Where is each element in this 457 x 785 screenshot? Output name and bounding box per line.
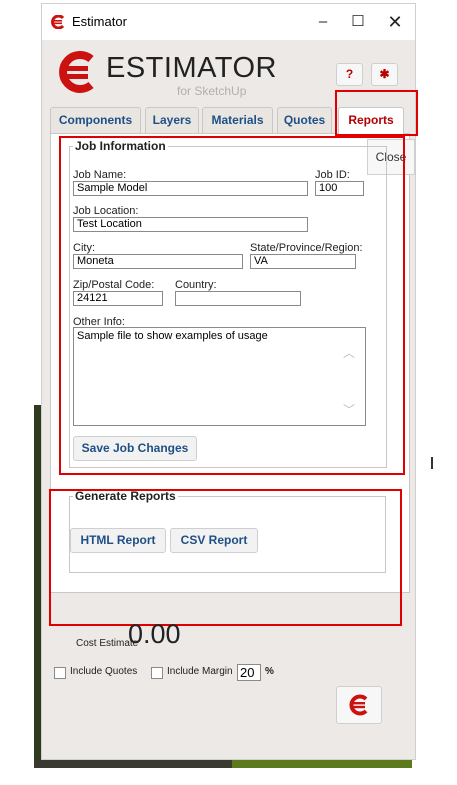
close-window-button[interactable]: ✕	[380, 10, 410, 34]
tab-materials[interactable]: Materials	[202, 107, 273, 133]
maximize-button[interactable]: ☐	[343, 10, 373, 34]
reports-section-highlight	[49, 489, 402, 626]
include-margin-label: Include Margin	[167, 666, 233, 677]
settings-button[interactable]: ✱	[371, 63, 398, 86]
tab-components[interactable]: Components	[50, 107, 141, 133]
title-bar[interactable]: Estimator – ☐ ✕	[42, 4, 415, 40]
tab-quotes[interactable]: Quotes	[277, 107, 332, 133]
minimize-button[interactable]: –	[308, 10, 338, 34]
background-strip	[34, 760, 234, 768]
include-quotes-label: Include Quotes	[70, 666, 138, 677]
include-quotes-checkbox[interactable]	[54, 667, 66, 679]
app-client-area: ESTIMATOR for SketchUp ? ✱ Components La…	[42, 40, 418, 759]
help-button[interactable]: ?	[336, 63, 363, 86]
estimator-launch-button[interactable]	[336, 686, 382, 724]
estimator-logo-icon	[349, 694, 368, 716]
include-margin-checkbox[interactable]	[151, 667, 163, 679]
job-section-highlight	[59, 136, 405, 475]
cost-estimate-value: 0.00	[128, 619, 181, 649]
reports-tab-highlight	[335, 90, 418, 136]
brand-subtitle: for SketchUp	[177, 84, 247, 98]
estimator-window: Estimator – ☐ ✕ ESTIMATOR for SketchUp ?…	[41, 3, 418, 760]
estimator-app-icon	[51, 15, 65, 29]
background-mark	[431, 457, 433, 469]
estimator-logo-icon	[59, 51, 94, 93]
tab-layers[interactable]: Layers	[145, 107, 199, 133]
brand-name: ESTIMATOR	[106, 52, 277, 84]
margin-percent-input[interactable]: 20	[237, 664, 261, 681]
percent-sign: %	[265, 666, 274, 677]
window-title: Estimator	[72, 14, 127, 29]
